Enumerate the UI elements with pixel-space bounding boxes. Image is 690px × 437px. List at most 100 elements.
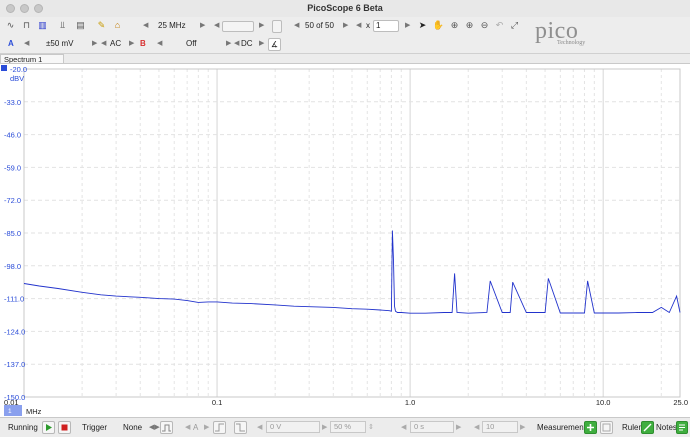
zoom-increase-icon[interactable]: ▶ — [405, 20, 410, 32]
timebase-increase-icon[interactable]: ▶ — [200, 20, 205, 32]
channel-a-label: A — [8, 39, 14, 48]
pretrigger-percent-field[interactable]: 50 % — [330, 421, 366, 433]
channel-a-axis-marker — [1, 65, 7, 71]
trigger-channel[interactable]: A — [193, 422, 198, 434]
y-tick-label: -46.0 — [4, 131, 21, 140]
channel-a-coupling[interactable]: AC — [110, 38, 121, 50]
spectrum-options-icon[interactable]: ▤ — [74, 19, 87, 32]
percent-stepper-icon[interactable]: ⇕ — [368, 422, 374, 434]
notes-button[interactable] — [676, 421, 688, 434]
delay-decrease-icon[interactable]: ◀ — [401, 422, 406, 434]
add-measurement-button[interactable] — [584, 421, 597, 434]
channel-b-range[interactable]: Off — [186, 38, 197, 50]
y-tick-label: -72.0 — [4, 196, 21, 205]
measurements-label: Measurements — [537, 423, 590, 432]
y-tick-label: -111.0 — [4, 295, 24, 304]
timebase-value[interactable]: 25 MHz — [158, 20, 186, 32]
channel-a-range-increase-icon[interactable]: ▶ — [92, 38, 97, 50]
scope-mode-icon[interactable]: ∿ — [4, 19, 17, 32]
persistence-mode-icon[interactable]: ⊓ — [20, 19, 33, 32]
y-tick-label: -20.0 — [10, 65, 27, 74]
channel-a-coupling-increase-icon[interactable]: ▶ — [129, 38, 134, 50]
trigger-mode[interactable]: None — [123, 422, 142, 434]
rising-edge-button[interactable] — [213, 421, 226, 434]
trigger-label: Trigger — [82, 423, 108, 432]
threshold-decrease-icon[interactable]: ◀ — [257, 422, 262, 434]
channel-b-coupling[interactable]: DC — [241, 38, 253, 50]
samples-decrease-icon[interactable]: ◀ — [214, 20, 219, 32]
y-tick-label: -59.0 — [4, 163, 21, 172]
spectrum-view[interactable]: -33.0 -46.0 -59.0 -72.0 -85.0 -98.0 -111.0 -124… — [0, 63, 690, 418]
hold-off-field[interactable]: 10 — [482, 421, 518, 433]
rulers-button[interactable] — [641, 421, 654, 434]
zoom-indicator-badge — [4, 405, 22, 416]
zoom-input[interactable]: 1 — [373, 20, 399, 32]
notes-label: Notes — [656, 423, 677, 432]
add-icon — [587, 424, 594, 431]
y-tick-label: -85.0 — [4, 229, 21, 238]
home-icon[interactable]: ⌂ — [111, 19, 124, 32]
advanced-trigger-icon — [162, 424, 171, 432]
hand-tool-icon[interactable]: ✋ — [432, 19, 445, 32]
waveform-prev-icon[interactable]: ◀ — [294, 20, 299, 32]
trigger-mode-arrows-icon[interactable]: ◀▶ — [149, 422, 160, 434]
pico-logo: pico Technology — [533, 18, 593, 50]
title-bar: PicoScope 6 Beta — [0, 0, 690, 18]
waveform-next-icon[interactable]: ▶ — [343, 20, 348, 32]
x-tick-label: 25.0 — [673, 398, 688, 407]
trigger-channel-prev-icon[interactable]: ◀ — [185, 422, 190, 434]
status-bar: Running Trigger None ◀▶ ◀ A ▶ ◀ 0 V ▶ 50… — [0, 417, 690, 437]
y-tick-label: -124.0 — [4, 327, 25, 336]
channel-b-range-increase-icon[interactable]: ▶ — [226, 38, 231, 50]
zoom-prefix: x — [366, 21, 370, 30]
threshold-increase-icon[interactable]: ▶ — [322, 422, 327, 434]
channel-b-label: B — [140, 39, 146, 48]
x-tick-label: 1.0 — [405, 398, 415, 407]
channel-a-range[interactable]: ±50 mV — [46, 38, 74, 50]
probe-wizard-icon[interactable]: ✎ — [95, 19, 108, 32]
samples-stepper[interactable] — [272, 20, 282, 33]
channels-icon[interactable]: ⫫ — [56, 19, 69, 32]
channel-b-coupling-decrease-icon[interactable]: ◀ — [234, 38, 239, 50]
zoom-to-fit-icon[interactable]: ⤢ — [508, 19, 521, 32]
waveform-counter: 50 of 50 — [305, 21, 334, 30]
falling-edge-button[interactable] — [234, 421, 247, 434]
advanced-trigger-button[interactable] — [160, 421, 173, 434]
notes-icon — [679, 424, 685, 431]
math-channels-icon[interactable]: ∡ — [268, 38, 281, 51]
window-title: PicoScope 6 Beta — [307, 3, 383, 13]
y-tick-label: -98.0 — [4, 262, 21, 271]
undo-zoom-icon[interactable]: ↶ — [493, 19, 506, 32]
play-icon — [46, 424, 52, 431]
trigger-channel-next-icon[interactable]: ▶ — [204, 422, 209, 434]
threshold-field[interactable]: 0 V — [266, 421, 320, 433]
falling-edge-icon — [236, 423, 245, 432]
samples-increase-icon[interactable]: ▶ — [259, 20, 264, 32]
pointer-tool-icon[interactable]: ➤ — [416, 19, 429, 32]
channel-a-range-decrease-icon[interactable]: ◀ — [24, 38, 29, 50]
channel-a-coupling-decrease-icon[interactable]: ◀ — [101, 38, 106, 50]
delay-increase-icon[interactable]: ▶ — [456, 422, 461, 434]
timebase-decrease-icon[interactable]: ◀ — [143, 20, 148, 32]
zoom-area-icon[interactable]: ⊕ — [448, 19, 461, 32]
hold-decrease-icon[interactable]: ◀ — [474, 422, 479, 434]
ruler-icon — [643, 423, 652, 432]
run-state: Running — [8, 423, 38, 432]
rising-edge-icon — [215, 423, 224, 432]
zoom-in-icon[interactable]: ⊕ — [463, 19, 476, 32]
x-tick-label: 0.1 — [212, 398, 222, 407]
spectrum-mode-icon[interactable]: ▥ — [36, 19, 49, 32]
samples-field[interactable] — [222, 21, 254, 32]
stop-button[interactable] — [58, 421, 71, 434]
channel-b-range-decrease-icon[interactable]: ◀ — [157, 38, 162, 50]
edit-icon — [602, 423, 611, 432]
zoom-decrease-icon[interactable]: ◀ — [356, 20, 361, 32]
hold-increase-icon[interactable]: ▶ — [520, 422, 525, 434]
channel-b-coupling-increase-icon[interactable]: ▶ — [259, 38, 264, 50]
spectrum-chart[interactable]: -33.0 -46.0 -59.0 -72.0 -85.0 -98.0 -111.0 -124… — [0, 64, 690, 418]
start-button[interactable] — [42, 421, 55, 434]
edit-measurement-button[interactable] — [600, 421, 613, 434]
stop-icon — [61, 424, 68, 431]
post-trigger-delay-field[interactable]: 0 s — [410, 421, 454, 433]
zoom-out-icon[interactable]: ⊖ — [478, 19, 491, 32]
